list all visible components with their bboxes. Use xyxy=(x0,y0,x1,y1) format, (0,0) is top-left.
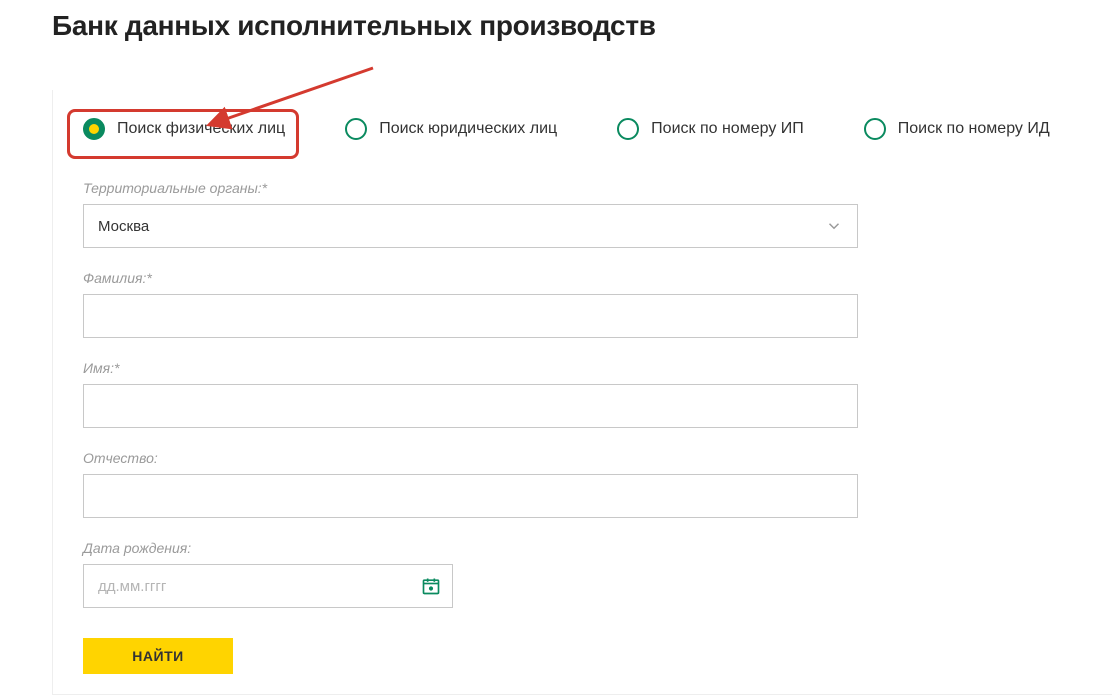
radio-option-id-number[interactable]: Поиск по номеру ИД xyxy=(864,118,1050,140)
radio-icon xyxy=(345,118,367,140)
radio-option-legal[interactable]: Поиск юридических лиц xyxy=(345,118,557,140)
search-form-card: Поиск физических лиц Поиск юридических л… xyxy=(52,90,1112,695)
label-lastname: Фамилия:* xyxy=(83,270,858,286)
submit-button[interactable]: НАЙТИ xyxy=(83,638,233,674)
radio-label: Поиск по номеру ИП xyxy=(651,120,804,138)
field-patronymic: Отчество: xyxy=(83,450,858,518)
field-birthdate: Дата рождения: xyxy=(83,540,453,608)
field-firstname: Имя:* xyxy=(83,360,858,428)
page-title: Банк данных исполнительных производств xyxy=(0,0,1117,42)
input-birthdate[interactable] xyxy=(83,564,453,608)
search-type-radio-group: Поиск физических лиц Поиск юридических л… xyxy=(83,118,1082,140)
label-territory: Территориальные органы:* xyxy=(83,180,858,196)
radio-label: Поиск юридических лиц xyxy=(379,120,557,138)
label-patronymic: Отчество: xyxy=(83,450,858,466)
field-territory: Территориальные органы:* Москва xyxy=(83,180,858,248)
radio-icon xyxy=(83,118,105,140)
label-birthdate: Дата рождения: xyxy=(83,540,453,556)
field-lastname: Фамилия:* xyxy=(83,270,858,338)
radio-option-physical[interactable]: Поиск физических лиц xyxy=(83,118,285,140)
select-territory[interactable]: Москва xyxy=(83,204,858,248)
label-firstname: Имя:* xyxy=(83,360,858,376)
radio-label: Поиск физических лиц xyxy=(117,120,285,138)
radio-option-ip-number[interactable]: Поиск по номеру ИП xyxy=(617,118,804,140)
radio-icon xyxy=(617,118,639,140)
input-lastname[interactable] xyxy=(83,294,858,338)
select-territory-value: Москва xyxy=(98,218,149,235)
chevron-down-icon xyxy=(825,217,843,235)
input-patronymic[interactable] xyxy=(83,474,858,518)
input-firstname[interactable] xyxy=(83,384,858,428)
radio-label: Поиск по номеру ИД xyxy=(898,120,1050,138)
radio-icon xyxy=(864,118,886,140)
